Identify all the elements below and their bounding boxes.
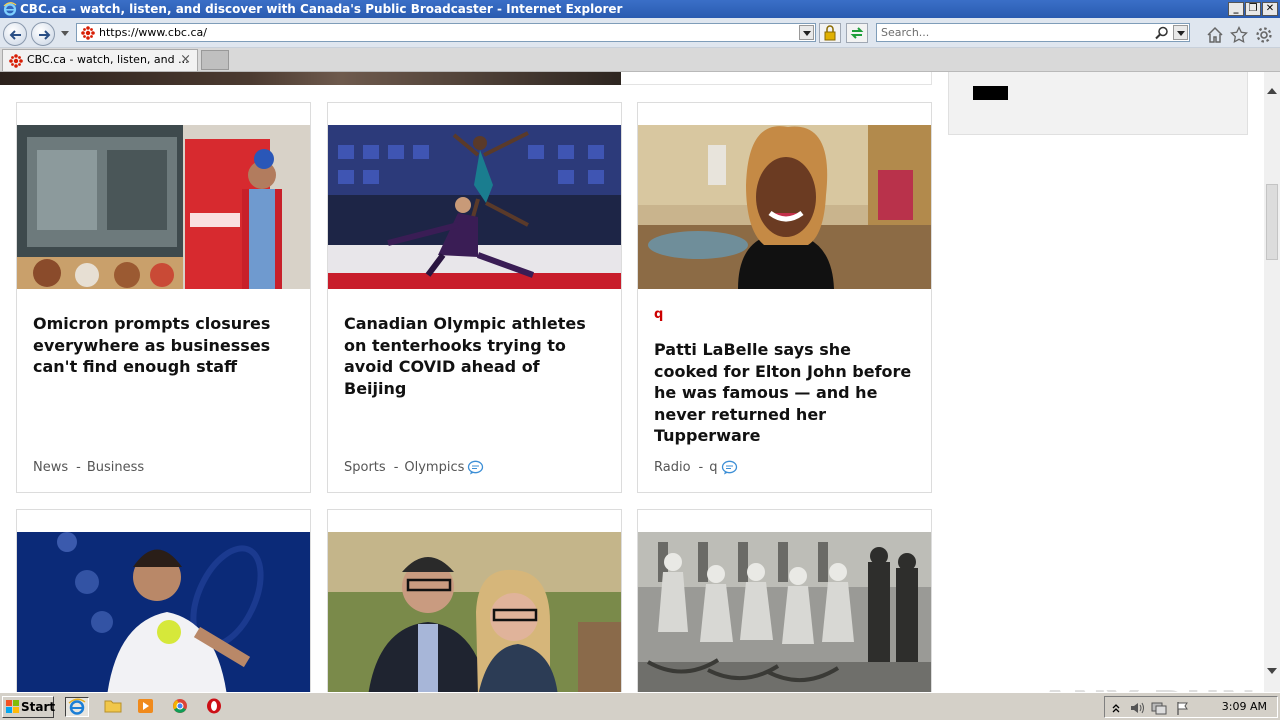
forward-button[interactable] <box>31 22 55 46</box>
story-card-tennis[interactable] <box>16 509 311 692</box>
internet-explorer-icon <box>68 698 86 715</box>
window-titlebar[interactable]: CBC.ca - watch, listen, and discover wit… <box>0 0 1280 18</box>
vertical-scrollbar[interactable] <box>1264 72 1280 692</box>
tab-cbc[interactable]: CBC.ca - watch, listen, and ... × <box>2 49 198 71</box>
new-tab-button[interactable] <box>201 50 229 70</box>
taskbar: Start 3:09 AM <box>0 692 1280 720</box>
network-icon[interactable] <box>1151 701 1167 715</box>
partial-card-top <box>621 72 932 85</box>
start-label: Start <box>21 700 56 714</box>
navigation-bar: https://www.cbc.ca/ Search... <box>0 18 1280 48</box>
story-card-vintage[interactable] <box>637 509 932 692</box>
taskbar-internet-explorer[interactable] <box>65 697 89 717</box>
minimize-button[interactable]: _ <box>1228 2 1244 16</box>
meta-separator: - <box>76 460 81 475</box>
media-player-icon <box>138 699 153 713</box>
window-title: CBC.ca - watch, listen, and discover wit… <box>20 2 623 16</box>
story-section-link[interactable]: News <box>33 460 68 475</box>
story-subsection-link[interactable]: Olympics <box>404 460 464 475</box>
clock: 3:09 AM <box>1221 700 1267 713</box>
story-image-vintage[interactable] <box>638 532 931 692</box>
interview-photo <box>638 125 931 289</box>
story-image-couple[interactable] <box>328 532 621 692</box>
scroll-thumb[interactable] <box>1266 184 1278 260</box>
storefront-photo <box>17 125 310 289</box>
address-dropdown-button[interactable] <box>799 25 814 40</box>
story-meta: Sports - Olympics <box>344 460 484 475</box>
cbc-favicon-icon <box>81 26 95 40</box>
back-button[interactable] <box>3 22 27 46</box>
tennis-photo <box>17 532 310 692</box>
chrome-icon <box>173 699 187 713</box>
story-card-omicron[interactable]: Omicron prompts closures everywhere as b… <box>16 102 311 493</box>
tab-label: CBC.ca - watch, listen, and ... <box>27 53 189 66</box>
internet-explorer-icon <box>3 2 17 16</box>
action-center-flag-icon[interactable] <box>1175 701 1191 715</box>
story-subsection-link[interactable]: Business <box>87 460 144 475</box>
story-card-labelle[interactable]: q Patti LaBelle says she cooked for Elto… <box>637 102 932 493</box>
comment-bubble-icon[interactable] <box>721 460 738 475</box>
partial-image-top <box>0 72 621 85</box>
refresh-button[interactable] <box>846 23 868 43</box>
story-subsection-link[interactable]: q <box>709 460 717 475</box>
story-card-couple[interactable] <box>327 509 622 692</box>
anyrun-watermark: ANY RUN <box>1038 682 1256 692</box>
story-image-tennis[interactable] <box>17 532 310 692</box>
tab-strip: CBC.ca - watch, listen, and ... × <box>0 48 1280 72</box>
back-arrow-icon <box>9 30 21 40</box>
taskbar-media-player[interactable] <box>135 697 159 717</box>
close-button[interactable]: ✕ <box>1262 2 1278 16</box>
search-box[interactable]: Search... <box>876 23 1190 42</box>
gear-icon[interactable] <box>1255 26 1273 44</box>
cbc-favicon-icon <box>9 54 23 68</box>
restore-button[interactable]: ❐ <box>1245 2 1261 16</box>
page-content: Omicron prompts closures everywhere as b… <box>0 72 1264 692</box>
security-lock-button[interactable] <box>819 23 841 43</box>
search-placeholder: Search... <box>881 26 930 39</box>
opera-icon <box>207 698 221 714</box>
refresh-icon <box>850 27 864 39</box>
taskbar-file-explorer[interactable] <box>102 697 126 717</box>
sidebar-box <box>948 72 1248 135</box>
story-card-olympics[interactable]: Canadian Olympic athletes on tenterhooks… <box>327 102 622 493</box>
system-tray: 3:09 AM <box>1104 696 1278 718</box>
lock-icon <box>824 25 836 41</box>
tab-close-icon[interactable]: × <box>180 50 191 70</box>
story-headline[interactable]: Patti LaBelle says she cooked for Elton … <box>654 339 916 447</box>
sidebar-black-bar <box>973 86 1008 100</box>
meta-separator: - <box>393 460 399 475</box>
search-icon[interactable] <box>1155 26 1169 40</box>
vintage-rocking-horses-photo <box>638 532 931 692</box>
address-url: https://www.cbc.ca/ <box>99 26 207 39</box>
tray-expand-icon[interactable] <box>1111 701 1121 715</box>
story-image-labelle[interactable] <box>638 125 931 289</box>
taskbar-opera[interactable] <box>203 697 227 717</box>
story-image-omicron[interactable] <box>17 125 310 289</box>
couple-photo <box>328 532 621 692</box>
scroll-up-arrow-icon[interactable] <box>1267 88 1277 94</box>
story-meta: News - Business <box>33 460 144 475</box>
comment-bubble-icon[interactable] <box>467 460 484 475</box>
story-headline[interactable]: Omicron prompts closures everywhere as b… <box>33 313 295 378</box>
scroll-down-arrow-icon[interactable] <box>1267 668 1277 674</box>
story-meta: Radio - q <box>654 460 738 475</box>
history-dropdown-icon[interactable] <box>61 31 69 36</box>
figure-skating-photo <box>328 125 621 289</box>
folder-icon <box>104 700 122 713</box>
taskbar-chrome[interactable] <box>169 697 193 717</box>
meta-separator: - <box>698 460 704 475</box>
story-headline[interactable]: Canadian Olympic athletes on tenterhooks… <box>344 313 606 399</box>
story-image-olympics[interactable] <box>328 125 621 289</box>
start-button[interactable]: Start <box>2 696 56 718</box>
story-section-link[interactable]: Radio <box>654 460 691 475</box>
favorites-star-icon[interactable] <box>1230 26 1248 44</box>
volume-icon[interactable] <box>1129 701 1145 715</box>
story-kicker[interactable]: q <box>654 307 663 322</box>
story-section-link[interactable]: Sports <box>344 460 386 475</box>
search-dropdown-button[interactable] <box>1173 25 1188 40</box>
address-bar[interactable]: https://www.cbc.ca/ <box>76 23 816 42</box>
windows-logo-icon <box>6 700 19 713</box>
forward-arrow-icon <box>39 30 51 40</box>
home-icon[interactable] <box>1206 26 1224 44</box>
